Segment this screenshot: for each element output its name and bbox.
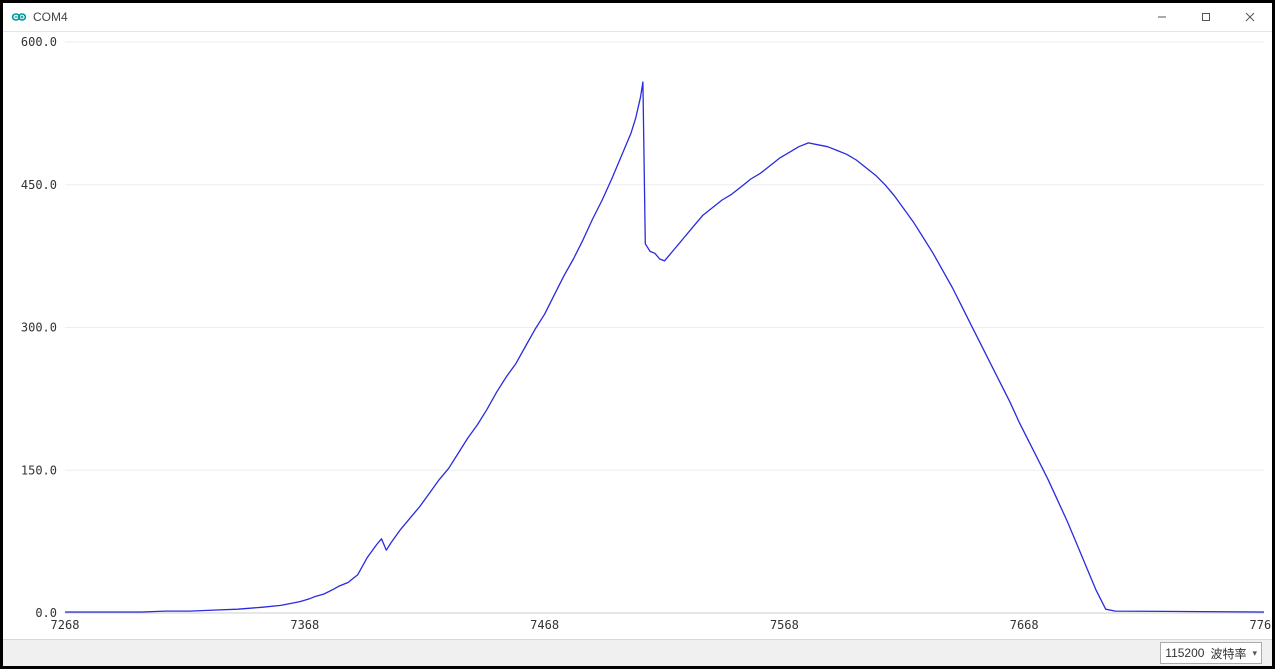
svg-text:7768: 7768 [1250,618,1272,632]
svg-text:600.0: 600.0 [21,35,57,49]
close-button[interactable] [1228,3,1272,31]
svg-text:7268: 7268 [51,618,80,632]
svg-text:7668: 7668 [1010,618,1039,632]
baud-rate-select[interactable]: 115200 波特率 ▾ [1160,642,1262,664]
svg-text:450.0: 450.0 [21,178,57,192]
minimize-icon [1157,12,1167,22]
serial-plot: 0.0150.0300.0450.0600.072687368746875687… [3,32,1272,639]
window-title: COM4 [33,10,68,24]
svg-text:7368: 7368 [290,618,319,632]
chevron-down-icon: ▾ [1252,648,1257,659]
svg-text:300.0: 300.0 [21,321,57,335]
arduino-icon [11,9,27,25]
svg-text:7568: 7568 [770,618,799,632]
maximize-icon [1201,12,1211,22]
maximize-button[interactable] [1184,3,1228,31]
app-window: COM4 0.0150.0300.0450.0600.0726873687468… [0,0,1275,669]
minimize-button[interactable] [1140,3,1184,31]
svg-text:7468: 7468 [530,618,559,632]
title-bar: COM4 [3,3,1272,32]
footer-bar: 115200 波特率 ▾ [3,639,1272,666]
baud-value: 115200 [1165,646,1204,660]
svg-text:150.0: 150.0 [21,463,57,477]
baud-label: 波特率 [1210,645,1246,662]
plot-canvas: 0.0150.0300.0450.0600.072687368746875687… [3,32,1272,641]
close-icon [1245,12,1255,22]
